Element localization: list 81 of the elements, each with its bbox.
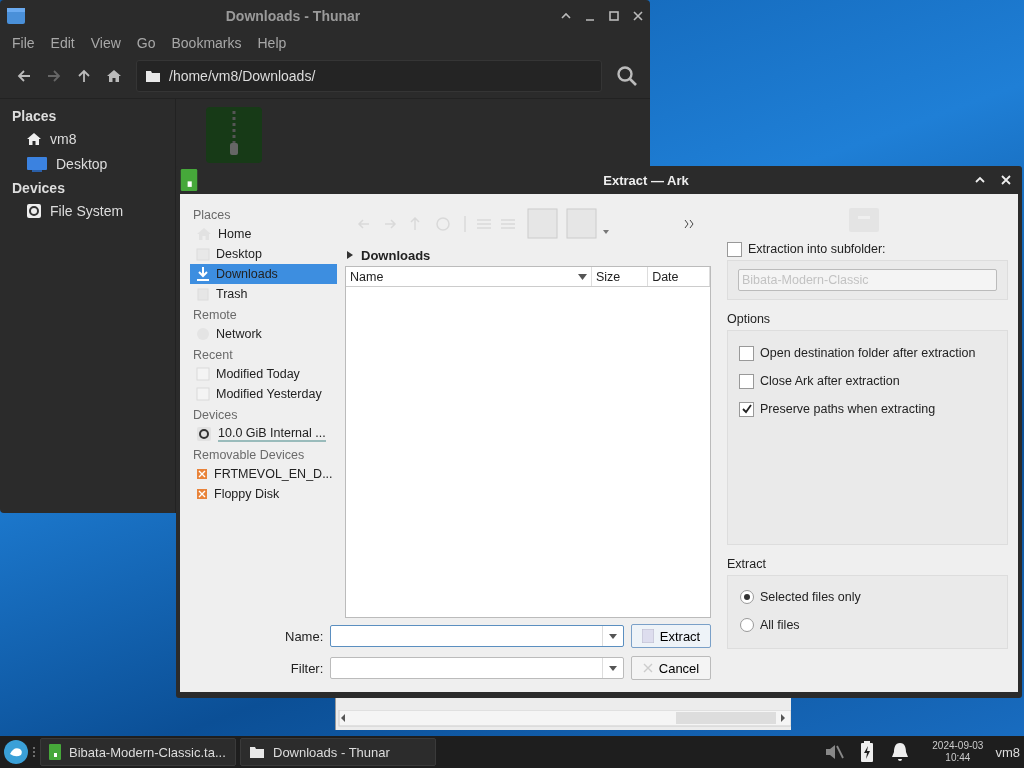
- handle-icon: [32, 746, 36, 758]
- places-item[interactable]: Home: [190, 224, 337, 244]
- extract-button[interactable]: Extract: [631, 624, 711, 648]
- places-item[interactable]: Modified Today: [190, 364, 337, 384]
- clock-time: 10:44: [945, 752, 971, 764]
- checkbox-option[interactable]: Close Ark after extraction: [739, 367, 995, 395]
- sidebar-item[interactable]: vm8: [0, 127, 175, 151]
- battery-icon[interactable]: [860, 741, 875, 763]
- download-icon: [196, 266, 210, 282]
- places-item[interactable]: Modified Yesterday: [190, 384, 337, 404]
- maximize-icon[interactable]: [608, 10, 620, 22]
- column-header[interactable]: Date: [648, 267, 710, 286]
- up-icon[interactable]: [76, 68, 92, 84]
- checkbox-option[interactable]: Preserve paths when extracting: [739, 395, 995, 423]
- places-heading: Removable Devices: [192, 447, 306, 464]
- taskbar-button[interactable]: Bibata-Modern-Classic.ta...: [40, 738, 236, 766]
- dropdown-arrow-icon: [609, 633, 617, 639]
- places-item[interactable]: 10.0 GiB Internal ...: [190, 424, 337, 444]
- name-field[interactable]: [330, 625, 624, 647]
- clock[interactable]: 2024-09-03 10:44: [932, 740, 984, 764]
- field-label: Filter:: [289, 660, 324, 676]
- section-title: Options: [727, 312, 772, 326]
- field-label: Name:: [285, 628, 324, 644]
- forward-icon[interactable]: [46, 68, 62, 84]
- expand-arrow-icon[interactable]: [347, 251, 353, 259]
- column-header[interactable]: Name: [346, 267, 592, 286]
- monitor-icon: [26, 155, 48, 173]
- clock-date: 2024-09-03: [932, 740, 984, 752]
- places-heading: Places: [192, 207, 232, 224]
- places-item[interactable]: FRTMEVOL_EN_D...: [190, 464, 337, 484]
- menu-item[interactable]: Help: [257, 35, 287, 51]
- search-icon[interactable]: [616, 65, 638, 87]
- menu-item[interactable]: Edit: [50, 35, 75, 51]
- places-item[interactable]: Downloads: [190, 264, 337, 284]
- drive-icon: [196, 426, 212, 442]
- muted-speaker-icon[interactable]: [824, 743, 845, 761]
- app-menu-icon[interactable]: [4, 740, 28, 764]
- checkbox-option[interactable]: Open destination folder after extraction: [739, 339, 995, 367]
- window-title: Extract — Ark: [602, 172, 690, 188]
- user-name[interactable]: vm8: [995, 744, 1020, 760]
- column-header[interactable]: Size: [591, 267, 649, 286]
- dropdown-arrow-icon: [609, 665, 617, 671]
- radio-option[interactable]: Selected files only: [740, 583, 995, 611]
- filter-field[interactable]: [330, 657, 624, 679]
- places-heading: Recent: [192, 347, 234, 364]
- removable-drive-icon: [196, 488, 208, 500]
- radio-option[interactable]: All files: [740, 611, 995, 639]
- menu-item[interactable]: View: [90, 35, 121, 51]
- sidebar-heading: Devices: [11, 179, 66, 198]
- sidebar-item[interactable]: File System: [0, 199, 175, 223]
- archive-file-icon: [206, 107, 262, 163]
- places-item[interactable]: Network: [190, 324, 337, 344]
- sidebar-item[interactable]: Desktop: [0, 151, 175, 177]
- cancel-button[interactable]: Cancel: [631, 656, 711, 680]
- menu-item[interactable]: Go: [136, 35, 156, 51]
- sort-arrow-icon: [577, 273, 587, 280]
- window-title: Downloads - Thunar: [224, 8, 362, 24]
- section-title: Extract: [727, 557, 767, 571]
- path-field[interactable]: /home/vm8/Downloads/: [136, 60, 602, 92]
- checkbox-option[interactable]: Extraction into subfolder:: [727, 238, 1008, 260]
- cancel-icon: [642, 663, 653, 673]
- sidebar-heading: Places: [11, 107, 58, 126]
- close-icon[interactable]: [632, 10, 644, 22]
- drive-icon: [26, 203, 42, 219]
- breadcrumb-item[interactable]: Downloads: [361, 247, 431, 263]
- home-icon[interactable]: [106, 68, 122, 84]
- file-list[interactable]: Name Size Date: [345, 266, 711, 618]
- menu-item[interactable]: Bookmarks: [171, 35, 242, 51]
- back-icon[interactable]: [16, 68, 32, 84]
- places-item[interactable]: Floppy Disk: [190, 484, 337, 504]
- taskbar-button[interactable]: Downloads - Thunar: [240, 738, 436, 766]
- check-icon: [741, 404, 752, 414]
- places-heading: Devices: [192, 407, 239, 424]
- places-item[interactable]: Desktop: [190, 244, 337, 264]
- menu-item[interactable]: File: [12, 35, 35, 51]
- path-text: /home/vm8/Downloads/: [169, 68, 316, 84]
- places-item[interactable]: Trash: [190, 284, 337, 304]
- removable-drive-icon: [196, 468, 208, 480]
- home-icon: [26, 131, 42, 147]
- places-heading: Remote: [192, 307, 238, 324]
- bell-icon[interactable]: [890, 742, 911, 762]
